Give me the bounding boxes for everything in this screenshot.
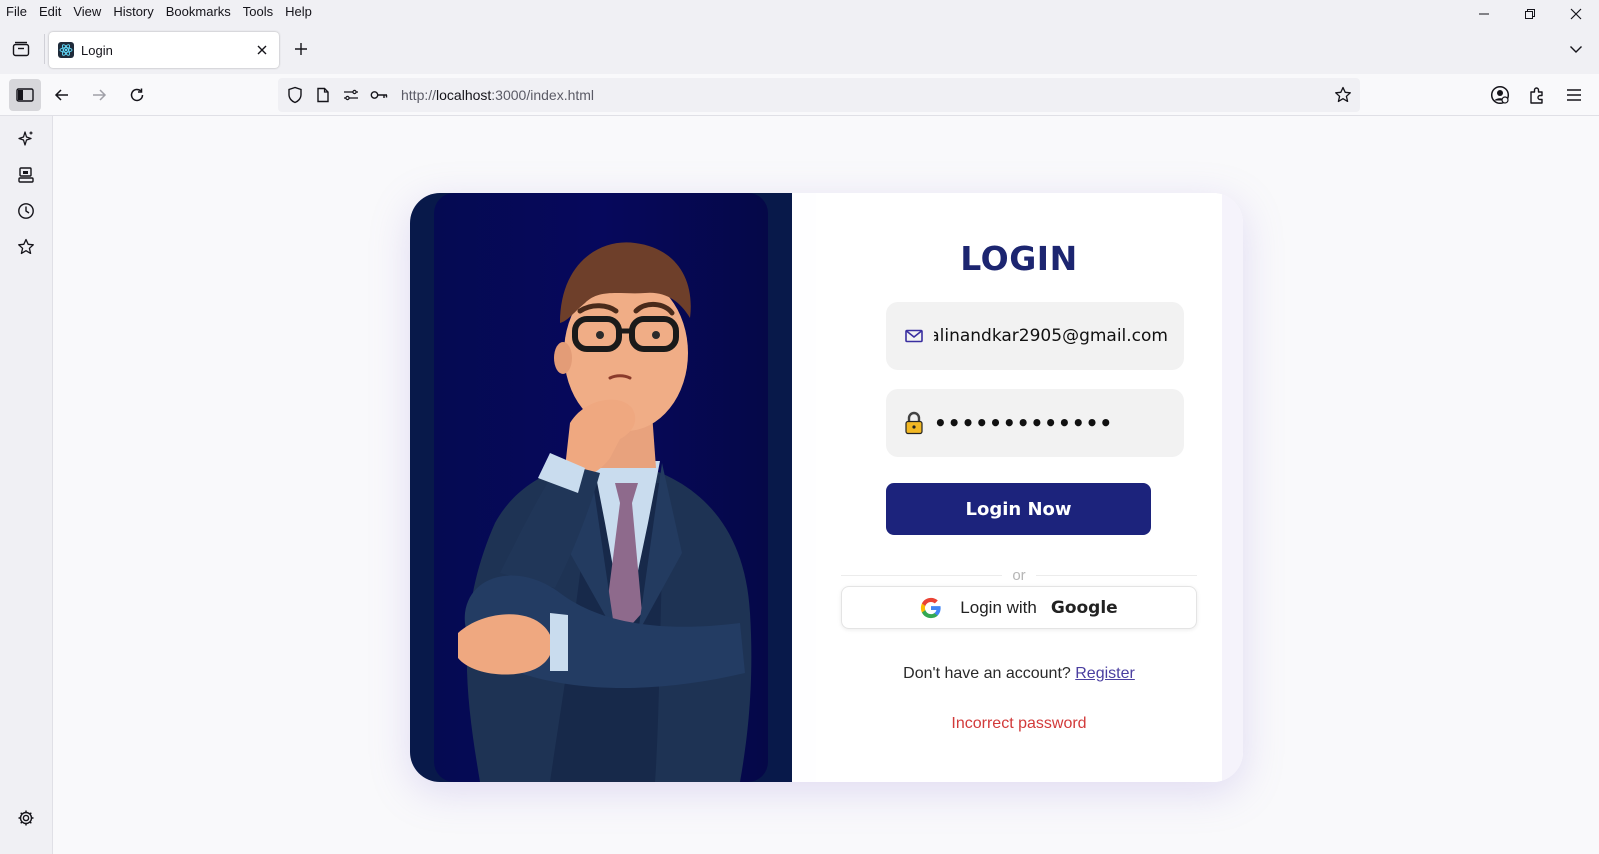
firefox-view-icon	[12, 41, 30, 57]
illustration-panel	[410, 193, 792, 782]
login-title: LOGIN	[960, 239, 1078, 278]
sparkle-icon	[18, 131, 33, 146]
browser-sidebar	[0, 116, 53, 854]
permissions-icon[interactable]	[342, 86, 360, 104]
login-now-button[interactable]: Login Now	[886, 483, 1151, 535]
account-button[interactable]	[1488, 83, 1512, 107]
email-field[interactable]: pranjalinandkar2905@gmail.com	[886, 302, 1184, 370]
card-edge	[1222, 193, 1243, 782]
page-icon[interactable]	[314, 86, 332, 104]
menu-bar: File Edit View History Bookmarks Tools H…	[0, 0, 1599, 24]
list-all-tabs-button[interactable]	[1565, 38, 1587, 60]
google-login-button[interactable]: Login with Google	[841, 586, 1197, 629]
back-button[interactable]	[46, 79, 78, 111]
page-content: LOGIN pranjalinandkar2905@gmail.com ••••…	[53, 116, 1599, 854]
navigation-bar: http://localhost:3000/index.html	[0, 74, 1599, 116]
url-scheme: http://	[401, 87, 437, 103]
sidebar-toggle-button[interactable]	[9, 79, 41, 111]
menu-history[interactable]: History	[107, 0, 159, 24]
register-prompt: Don't have an account?	[903, 665, 1071, 682]
gear-icon	[18, 810, 34, 826]
shield-icon[interactable]	[286, 86, 304, 104]
forward-button[interactable]	[83, 79, 115, 111]
puzzle-icon	[1530, 87, 1543, 104]
arrow-right-icon	[93, 89, 107, 101]
reload-button[interactable]	[121, 79, 153, 111]
customize-sidebar-button[interactable]	[15, 807, 37, 829]
menu-file[interactable]: File	[0, 0, 33, 24]
tab-strip: Login	[0, 24, 1599, 74]
login-form-panel: LOGIN pranjalinandkar2905@gmail.com ••••…	[816, 193, 1222, 782]
url-bar[interactable]: http://localhost:3000/index.html	[278, 78, 1360, 112]
ai-chatbot-button[interactable]	[15, 128, 37, 150]
divider-line	[841, 574, 1003, 576]
google-icon	[921, 597, 941, 618]
star-icon	[1335, 86, 1351, 103]
tab-login[interactable]: Login	[49, 32, 279, 68]
star-icon	[18, 238, 34, 255]
password-input[interactable]: •••••••••••••	[934, 389, 1184, 457]
menu-bookmarks[interactable]: Bookmarks	[160, 0, 237, 24]
tab-title: Login	[81, 42, 113, 58]
minimize-icon	[1479, 13, 1489, 15]
menu-help[interactable]: Help	[279, 0, 318, 24]
close-icon	[257, 45, 267, 55]
password-field[interactable]: •••••••••••••	[886, 389, 1184, 457]
register-prompt-row: Don't have an account? Register	[816, 665, 1222, 683]
url-path: :3000/index.html	[491, 87, 595, 103]
key-icon[interactable]	[370, 86, 388, 104]
hamburger-icon	[1567, 89, 1581, 101]
restore-icon	[1525, 9, 1535, 19]
google-login-prefix: Login with	[960, 597, 1037, 617]
clock-icon	[18, 203, 34, 219]
mail-icon	[902, 324, 926, 348]
history-button[interactable]	[15, 200, 37, 222]
login-card: LOGIN pranjalinandkar2905@gmail.com ••••…	[410, 193, 1243, 782]
reload-icon	[130, 88, 144, 102]
url-host: localhost	[436, 87, 492, 103]
arrow-left-icon	[54, 89, 68, 101]
thinking-businessman-illustration	[458, 242, 752, 782]
synced-tabs-button[interactable]	[15, 164, 37, 186]
app-menu-button[interactable]	[1562, 83, 1586, 107]
account-icon	[1490, 85, 1510, 105]
tab-divider	[44, 34, 45, 64]
or-label: or	[1012, 566, 1026, 584]
chevron-down-icon	[1570, 46, 1582, 53]
divider-line	[1035, 574, 1197, 576]
error-message: Incorrect password	[951, 715, 1087, 732]
firefox-view-button[interactable]	[8, 36, 34, 62]
close-icon	[1570, 8, 1582, 20]
menu-view[interactable]: View	[67, 0, 107, 24]
menu-tools[interactable]: Tools	[237, 0, 279, 24]
extensions-button[interactable]	[1525, 83, 1549, 107]
register-link[interactable]: Register	[1075, 665, 1135, 682]
synced-tabs-icon	[18, 167, 34, 183]
email-input[interactable]: pranjalinandkar2905@gmail.com	[934, 302, 1184, 370]
menu-edit[interactable]: Edit	[33, 0, 67, 24]
or-divider: or	[841, 565, 1197, 585]
bookmark-star-button[interactable]	[1334, 86, 1352, 104]
react-favicon-icon	[58, 42, 74, 58]
sidebar-icon	[16, 88, 34, 102]
bookmarks-button[interactable]	[15, 236, 37, 258]
google-login-brand: Google	[1050, 597, 1118, 618]
new-tab-button[interactable]	[291, 39, 311, 59]
tab-close-button[interactable]	[253, 41, 271, 59]
url-text[interactable]: http://localhost:3000/index.html	[401, 87, 594, 103]
plus-icon	[295, 43, 307, 55]
lock-icon	[902, 411, 926, 435]
